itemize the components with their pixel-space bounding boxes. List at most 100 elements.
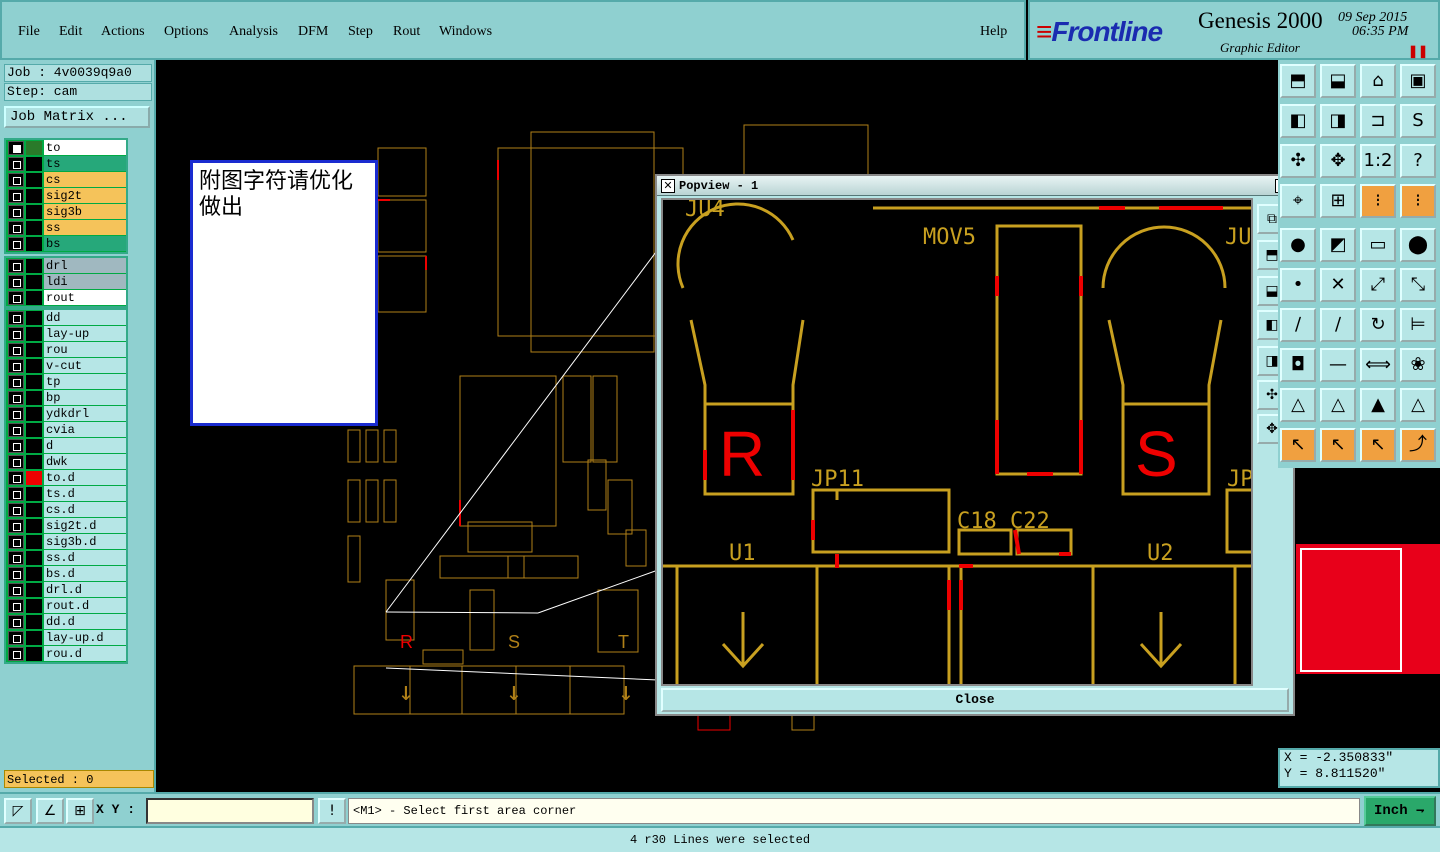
layer-row[interactable]: ydkdrl (6, 406, 126, 422)
layer-name[interactable]: ldi (44, 274, 126, 290)
snap-mode-icon[interactable]: ◸ (4, 798, 32, 824)
grid-snap-icon[interactable]: ⊞ (66, 798, 94, 824)
layer-color-swatch[interactable] (26, 567, 42, 581)
layer-color-swatch[interactable] (26, 519, 42, 533)
layer-color-swatch[interactable] (26, 311, 42, 325)
layer-row[interactable]: ss (6, 220, 126, 236)
layer-color-swatch[interactable] (26, 141, 42, 155)
layer-checkbox[interactable] (8, 647, 24, 661)
layer-name[interactable]: to.d (44, 470, 126, 486)
layer-row[interactable]: ldi (6, 274, 126, 290)
layer-checkbox[interactable] (8, 439, 24, 453)
layer-checkbox[interactable] (8, 221, 24, 235)
layer-color-swatch[interactable] (26, 343, 42, 357)
layer-row[interactable]: ss.d (6, 550, 126, 566)
layer-row[interactable]: sig2t.d (6, 518, 126, 534)
layer-name[interactable]: sig3b (44, 204, 126, 220)
layer-checkbox[interactable] (8, 535, 24, 549)
layer-row[interactable]: bp (6, 390, 126, 406)
layer-color-swatch[interactable] (26, 173, 42, 187)
layer-name[interactable]: sig3b.d (44, 534, 126, 550)
menu-edit[interactable]: Edit (59, 24, 82, 40)
menu-rout[interactable]: Rout (393, 24, 420, 40)
layer-checkbox[interactable] (8, 311, 24, 325)
layer-row[interactable]: tp (6, 374, 126, 390)
polygon-icon[interactable]: △ (1280, 388, 1316, 422)
pan-left-icon[interactable]: ◧ (1280, 104, 1316, 138)
layer-checkbox[interactable] (8, 615, 24, 629)
layer-color-swatch[interactable] (26, 221, 42, 235)
snap-icon[interactable]: ⌖ (1280, 184, 1316, 218)
layer-name[interactable]: d (44, 438, 126, 454)
select-box-icon[interactable]: ↖ (1320, 428, 1356, 462)
select-route-icon[interactable]: ⤴ (1400, 428, 1436, 462)
layer-checkbox[interactable] (8, 157, 24, 171)
draw-line-icon[interactable]: ∕ (1320, 308, 1356, 342)
layer-checkbox[interactable] (8, 173, 24, 187)
scale-1-2-icon[interactable]: 1:2 (1360, 144, 1396, 178)
zoom-center-icon[interactable]: ✥ (1320, 144, 1356, 178)
layer-row[interactable]: rout (6, 290, 126, 306)
select-net-icon[interactable]: ↖ (1360, 428, 1396, 462)
layer-row[interactable]: dwk (6, 454, 126, 470)
layer-checkbox[interactable] (8, 375, 24, 389)
layer-checkbox[interactable] (8, 359, 24, 373)
layer-row[interactable]: lay-up (6, 326, 126, 342)
fill-icon[interactable]: ● (1280, 228, 1316, 262)
layer-name[interactable]: ts.d (44, 486, 126, 502)
layer-color-swatch[interactable] (26, 375, 42, 389)
layer-name[interactable]: v-cut (44, 358, 126, 374)
alert-icon[interactable]: ! (318, 798, 346, 824)
layer-name[interactable]: dwk (44, 454, 126, 470)
layer-checkbox[interactable] (8, 275, 24, 289)
zoom-out-icon[interactable]: ⊐ (1360, 104, 1396, 138)
layer-color-swatch[interactable] (26, 535, 42, 549)
layer-name[interactable]: rou.d (44, 646, 126, 662)
menu-analysis[interactable]: Analysis (229, 24, 278, 40)
angle-mode-icon[interactable]: ∠ (36, 798, 64, 824)
layer-checkbox[interactable] (8, 423, 24, 437)
layer-name[interactable]: ss.d (44, 550, 126, 566)
layer-color-swatch[interactable] (26, 275, 42, 289)
menu-options[interactable]: Options (164, 24, 208, 40)
layer-color-swatch[interactable] (26, 583, 42, 597)
layer-row[interactable]: cs (6, 172, 126, 188)
layer-name[interactable]: bs (44, 236, 126, 252)
layer-color-swatch[interactable] (26, 359, 42, 373)
layer-color-swatch[interactable] (26, 551, 42, 565)
layer-row[interactable]: dd.d (6, 614, 126, 630)
pan-up-icon[interactable]: ⬒ (1280, 64, 1316, 98)
job-matrix-button[interactable]: Job Matrix ... (4, 106, 150, 128)
layer-checkbox[interactable] (8, 391, 24, 405)
pad-icon[interactable]: ⬤ (1400, 228, 1436, 262)
popview-titlebar[interactable]: ✕ Popview - 1 ✕ (657, 176, 1293, 196)
pan-right-icon[interactable]: ◨ (1320, 104, 1356, 138)
layer-name[interactable]: ss (44, 220, 126, 236)
layer-name[interactable]: dd.d (44, 614, 126, 630)
menu-step[interactable]: Step (348, 24, 373, 40)
layer-row[interactable]: rou (6, 342, 126, 358)
surface-icon[interactable]: ◘ (1280, 348, 1316, 382)
layer-name[interactable]: ydkdrl (44, 406, 126, 422)
menu-file[interactable]: File (18, 24, 40, 40)
net-select-icon[interactable]: ⁝ (1360, 184, 1396, 218)
layer-checkbox[interactable] (8, 205, 24, 219)
layer-name[interactable]: sig2t (44, 188, 126, 204)
zoom-screen-icon[interactable]: ▣ (1400, 64, 1436, 98)
cluster-icon[interactable]: ❀ (1400, 348, 1436, 382)
feature-icon[interactable]: ⊨ (1400, 308, 1436, 342)
layer-row[interactable]: dd (6, 310, 126, 326)
layer-checkbox[interactable] (8, 189, 24, 203)
triangle-arrow-icon[interactable]: △ (1400, 388, 1436, 422)
layer-color-swatch[interactable] (26, 157, 42, 171)
layer-name[interactable]: bp (44, 390, 126, 406)
layer-checkbox[interactable] (8, 471, 24, 485)
layer-row[interactable]: to.d (6, 470, 126, 486)
copy-pad-icon[interactable]: ⤡ (1400, 268, 1436, 302)
layer-checkbox[interactable] (8, 503, 24, 517)
layer-row[interactable]: ts.d (6, 486, 126, 502)
layer-name[interactable]: lay-up.d (44, 630, 126, 646)
layer-row[interactable]: d (6, 438, 126, 454)
layer-color-swatch[interactable] (26, 487, 42, 501)
horizontal-line-icon[interactable]: — (1320, 348, 1356, 382)
